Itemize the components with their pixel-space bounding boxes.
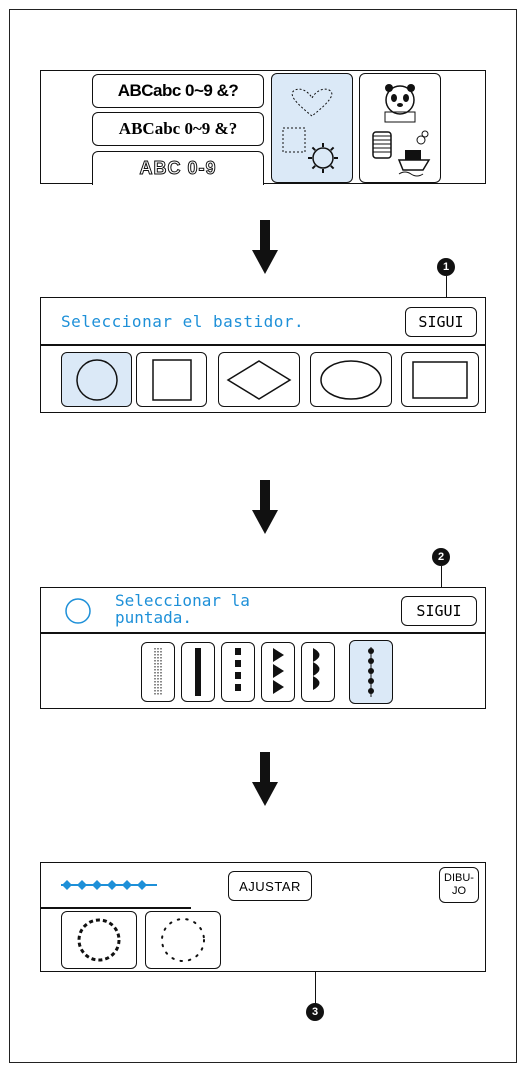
frame-diamond-button[interactable] (218, 352, 300, 407)
stitch-prompt: Seleccionar la puntada. (115, 592, 250, 626)
selected-frame-circle-icon (65, 598, 91, 624)
dashed-circle-pattern-icon (77, 918, 121, 962)
oval-icon (320, 359, 382, 400)
stitch-prompt-line2: puntada. (115, 608, 193, 627)
dash-stitch-icon (235, 648, 241, 696)
callout-3-line (315, 972, 316, 1004)
callout-3: 3 (306, 1003, 324, 1021)
pattern-screen: AJUSTAR DIBU- JO (40, 862, 486, 972)
adjust-button[interactable]: AJUSTAR (228, 871, 312, 901)
circle-icon (75, 358, 118, 401)
stitch-bar-button[interactable] (181, 642, 215, 702)
stitch-triple-line-button[interactable] (141, 642, 175, 702)
next-button-label: SIGUI (416, 602, 462, 620)
down-arrow-icon (252, 480, 278, 534)
rectangle-icon (412, 360, 468, 399)
one-point-pattern-button[interactable] (359, 73, 441, 183)
design-button[interactable]: DIBU- JO (439, 867, 479, 903)
down-arrow-icon (252, 220, 278, 274)
square-icon (151, 358, 192, 401)
callout-1: 1 (437, 258, 455, 276)
frame-square-button[interactable] (136, 352, 207, 407)
stitch-bead-button[interactable] (349, 640, 393, 704)
callout-2: 2 (432, 548, 450, 566)
dotted-circle-pattern-icon (161, 918, 205, 962)
stitch-dash-button[interactable] (221, 642, 255, 702)
down-arrow-icon (252, 752, 278, 806)
font-button-outline[interactable]: ABC 0-9 (92, 151, 264, 185)
font-sample-outline: ABC 0-9 (139, 158, 217, 179)
next-button[interactable]: SIGUI (401, 596, 477, 626)
design-button-label-line2: JO (451, 885, 467, 897)
frame-circle-button[interactable] (61, 352, 132, 407)
frame-prompt: Seleccionar el bastidor. (61, 312, 305, 331)
font-sample-serif: ABCabc 0~9 &? (118, 119, 238, 138)
divider (41, 907, 191, 909)
bead-stitch-preview-icon (61, 880, 157, 890)
pattern-dotted-circle-button[interactable] (145, 911, 221, 969)
category-screen: ABCabc 0~9 &? ABCabc 0~9 &? ABC 0-9 (40, 70, 486, 185)
design-button-label-line1: DIBU- (444, 872, 474, 884)
frame-oval-button[interactable] (310, 352, 392, 407)
stitch-select-screen: Seleccionar la puntada. SIGUI (40, 587, 486, 709)
font-button-serif[interactable]: ABCabc 0~9 &? (92, 112, 264, 146)
divider (41, 632, 485, 634)
triple-line-stitch-icon (154, 648, 162, 696)
stitch-scallop-button[interactable] (301, 642, 335, 702)
divider (41, 344, 485, 346)
stitch-triangle-button[interactable] (261, 642, 295, 702)
font-button-bold[interactable]: ABCabc 0~9 &? (92, 74, 264, 108)
frame-rectangle-button[interactable] (401, 352, 479, 407)
scallop-stitch-icon (313, 648, 320, 696)
bar-stitch-icon (195, 648, 201, 696)
adjust-button-label: AJUSTAR (239, 878, 301, 894)
next-button[interactable]: SIGUI (405, 307, 477, 337)
frame-select-screen: Seleccionar el bastidor. SIGUI (40, 297, 486, 413)
heart-square-sun-icon (282, 88, 338, 173)
pattern-dashed-circle-button[interactable] (61, 911, 137, 969)
stitch-prompt-line1: Seleccionar la (115, 591, 250, 610)
triangle-stitch-icon (273, 648, 284, 694)
font-sample-bold: ABCabc 0~9 &? (117, 81, 239, 100)
panda-thread-ship-icon (372, 84, 431, 177)
frame-pattern-button[interactable] (271, 73, 353, 183)
next-button-label: SIGUI (418, 313, 464, 331)
diamond-icon (226, 359, 292, 400)
bead-stitch-icon (368, 647, 374, 697)
